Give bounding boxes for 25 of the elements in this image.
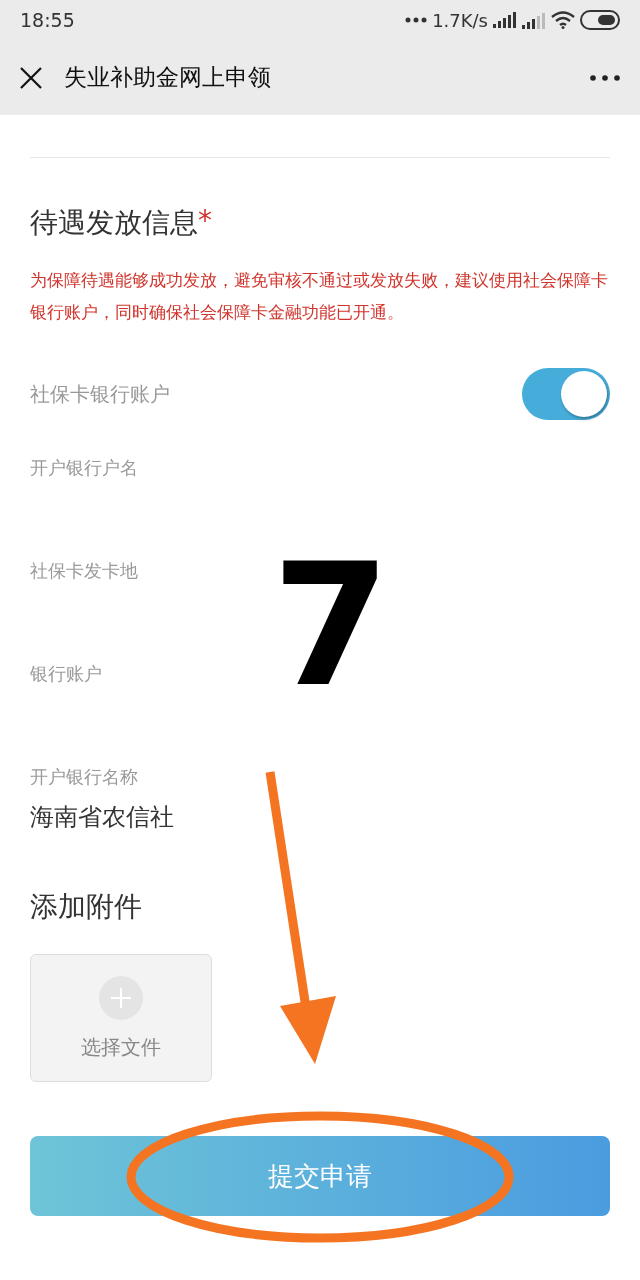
dots-icon: [405, 17, 428, 23]
close-icon[interactable]: [20, 66, 42, 89]
attachments-title: 添加附件: [30, 889, 143, 925]
field-label: 开户银行户名: [30, 456, 139, 480]
signal-icon: [522, 11, 546, 29]
field-value[interactable]: 海南省农信社: [30, 801, 610, 833]
field-label: 银行账户: [30, 662, 103, 686]
toggle-switch[interactable]: [522, 368, 610, 420]
submit-button[interactable]: 提交申请: [30, 1136, 610, 1216]
field-label: 社保卡发卡地: [30, 559, 139, 583]
network-speed: 1.7K/s: [432, 9, 488, 31]
toggle-label: 社保卡银行账户: [30, 380, 170, 408]
section-title: 待遇发放信息: [30, 205, 198, 241]
required-mark: *: [198, 204, 212, 239]
battery-icon: [580, 10, 620, 30]
field-label: 开户银行名称: [30, 765, 139, 789]
signal-icon: [493, 12, 517, 28]
status-time: 18:55: [20, 9, 75, 31]
step-number: 7: [272, 540, 391, 710]
wifi-icon: [551, 11, 575, 29]
upload-button[interactable]: 选择文件: [30, 954, 212, 1082]
page-title: 失业补助金网上申领: [64, 63, 272, 92]
plus-icon: [99, 975, 143, 1020]
notice-text: 为保障待遇能够成功发放，避免审核不通过或发放失败，建议使用社会保障卡银行账户，同时确保社会保障卡金融功能已开通。: [30, 269, 609, 324]
more-icon[interactable]: [590, 74, 620, 81]
